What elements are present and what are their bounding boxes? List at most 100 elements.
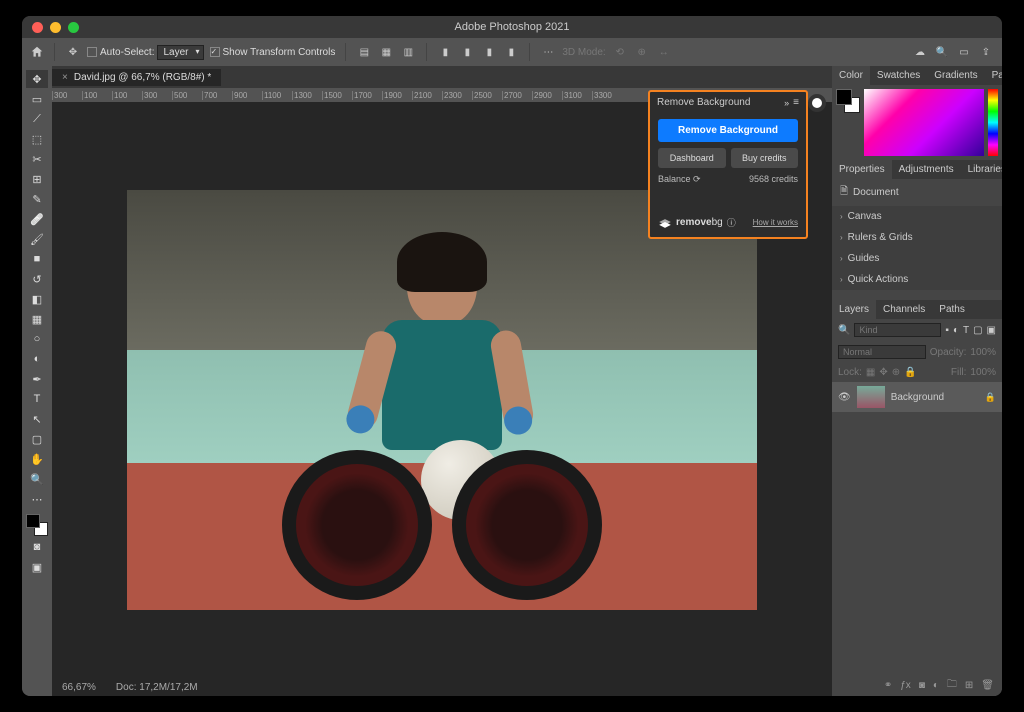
lock-pixels-icon[interactable]: ⊕ (892, 367, 900, 378)
align-left-icon[interactable]: ▤ (356, 44, 372, 60)
lasso-tool[interactable]: ⟋ (26, 110, 48, 128)
properties-section[interactable]: ›Quick Actions (832, 269, 1002, 290)
group-icon[interactable]: 🗀 (947, 677, 957, 694)
panel-tab[interactable]: Color (832, 66, 870, 85)
hue-slider[interactable] (988, 89, 998, 156)
eyedropper-tool[interactable]: ✎ (26, 190, 48, 208)
workspace-icon[interactable]: ▭ (956, 44, 972, 60)
panel-tab[interactable]: Properties (832, 160, 892, 179)
search-icon[interactable]: 🔍 (934, 44, 950, 60)
selection-tool[interactable]: ⬚ (26, 130, 48, 148)
layer-row[interactable]: 👁 Background 🔒 (832, 382, 1002, 412)
panel-tab[interactable]: Paths (932, 300, 972, 319)
visibility-icon[interactable]: 👁 (838, 392, 851, 403)
filter-type-icon[interactable]: T (963, 325, 969, 336)
removebg-brand: removebg ⓘ How it works (658, 215, 798, 229)
doc-size[interactable]: Doc: 17,2M/17,2M (116, 682, 198, 693)
lock-position-icon[interactable]: ✥ (879, 367, 887, 378)
panel-tab[interactable]: Swatches (870, 66, 927, 85)
panel-tab[interactable]: Layers (832, 300, 876, 319)
distribute-icon[interactable]: ▮ (503, 44, 519, 60)
type-tool[interactable]: T (26, 390, 48, 408)
panel-tab[interactable]: Gradients (927, 66, 984, 85)
more-icon[interactable]: ⋯ (540, 44, 556, 60)
properties-section[interactable]: ›Canvas (832, 206, 1002, 227)
history-brush-tool[interactable]: ↺ (26, 270, 48, 288)
distribute-icon[interactable]: ▮ (481, 44, 497, 60)
edit-toolbar[interactable]: ⋯ (26, 490, 48, 508)
shape-tool[interactable]: ▢ (26, 430, 48, 448)
dashboard-button[interactable]: Dashboard (658, 148, 726, 168)
adjustment-icon[interactable]: ◐ (933, 680, 939, 691)
how-it-works-link[interactable]: How it works (753, 218, 798, 227)
align-right-icon[interactable]: ▥ (400, 44, 416, 60)
panel-tab[interactable]: Adjustments (892, 160, 961, 179)
filter-pixel-icon[interactable]: ▪ (945, 325, 949, 336)
gradient-tool[interactable]: ▦ (26, 310, 48, 328)
remove-background-button[interactable]: Remove Background (658, 119, 798, 142)
plugin-dock-icon[interactable] (808, 94, 826, 112)
dodge-tool[interactable]: ◐ (26, 350, 48, 368)
close-tab-icon[interactable]: × (62, 72, 68, 83)
color-swatches[interactable] (26, 514, 48, 536)
frame-tool[interactable]: ⊞ (26, 170, 48, 188)
crop-tool[interactable]: ✂ (26, 150, 48, 168)
layers-footer: ⚭ ƒx ◙ ◐ 🗀 ⊞ 🗑 (832, 674, 1002, 696)
panel-tab[interactable]: Patterns (985, 66, 1002, 85)
distribute-icon[interactable]: ▮ (437, 44, 453, 60)
healing-tool[interactable]: 🩹 (26, 210, 48, 228)
show-transform-checkbox[interactable] (210, 47, 220, 57)
blur-tool[interactable]: ○ (26, 330, 48, 348)
collapse-icon[interactable]: » (784, 98, 789, 108)
delete-icon[interactable]: 🗑 (981, 680, 994, 691)
zoom-level[interactable]: 66,67% (62, 682, 96, 693)
lock-all-icon[interactable]: ▦ (866, 367, 875, 378)
auto-select-control[interactable]: Auto-Select: Layer (87, 45, 204, 60)
properties-section[interactable]: ›Rulers & Grids (832, 227, 1002, 248)
share-icon[interactable]: ⇪ (978, 44, 994, 60)
pen-tool[interactable]: ✒ (26, 370, 48, 388)
properties-section[interactable]: ›Guides (832, 248, 1002, 269)
new-layer-icon[interactable]: ⊞ (965, 680, 973, 691)
move-tool[interactable]: ✥ (26, 70, 48, 88)
buy-credits-button[interactable]: Buy credits (731, 148, 799, 168)
panel-tab[interactable]: Channels (876, 300, 932, 319)
filter-shape-icon[interactable]: ▢ (973, 325, 982, 336)
distribute-icon[interactable]: ▮ (459, 44, 475, 60)
lock-icon[interactable]: 🔒 (904, 367, 916, 378)
auto-select-checkbox[interactable] (87, 47, 97, 57)
brush-tool[interactable]: 🖌 (26, 230, 48, 248)
hand-tool[interactable]: ✋ (26, 450, 48, 468)
screen-mode-tool[interactable]: ▣ (26, 558, 48, 576)
color-spectrum[interactable] (864, 89, 984, 156)
filter-smart-icon[interactable]: ▣ (987, 325, 996, 336)
zoom-tool[interactable]: 🔍 (26, 470, 48, 488)
document-tab[interactable]: × David.jpg @ 66,7% (RGB/8#) * (52, 69, 221, 86)
show-transform-control[interactable]: Show Transform Controls (210, 47, 336, 58)
info-icon[interactable]: ⓘ (727, 216, 736, 229)
path-tool[interactable]: ↖ (26, 410, 48, 428)
marquee-tool[interactable]: ▭ (26, 90, 48, 108)
layer-filter-dropdown[interactable]: Kind (854, 323, 941, 337)
move-tool-icon[interactable]: ✥ (65, 44, 81, 60)
layer-name[interactable]: Background (891, 392, 944, 403)
cloud-docs-icon[interactable]: ☁ (912, 44, 928, 60)
home-icon[interactable] (30, 45, 44, 59)
layer-thumbnail[interactable] (857, 386, 885, 408)
filter-adjust-icon[interactable]: ◐ (953, 325, 959, 336)
panel-swatch[interactable] (836, 89, 860, 113)
link-layers-icon[interactable]: ⚭ (884, 680, 892, 691)
fx-icon[interactable]: ƒx (900, 680, 911, 691)
quick-mask-tool[interactable]: ◙ (26, 538, 48, 556)
panel-tab[interactable]: Libraries (961, 160, 1002, 179)
refresh-icon[interactable]: ⟳ (693, 174, 701, 184)
stamp-tool[interactable]: ■ (26, 250, 48, 268)
search-icon[interactable]: 🔍 (838, 325, 850, 336)
panel-menu-icon[interactable]: ≡ (793, 97, 799, 108)
blend-mode-dropdown[interactable]: Normal (838, 345, 926, 359)
align-center-icon[interactable]: ▦ (378, 44, 394, 60)
auto-select-dropdown[interactable]: Layer (157, 45, 203, 60)
mask-icon[interactable]: ◙ (919, 680, 925, 691)
eraser-tool[interactable]: ◧ (26, 290, 48, 308)
document-image[interactable] (127, 190, 757, 610)
